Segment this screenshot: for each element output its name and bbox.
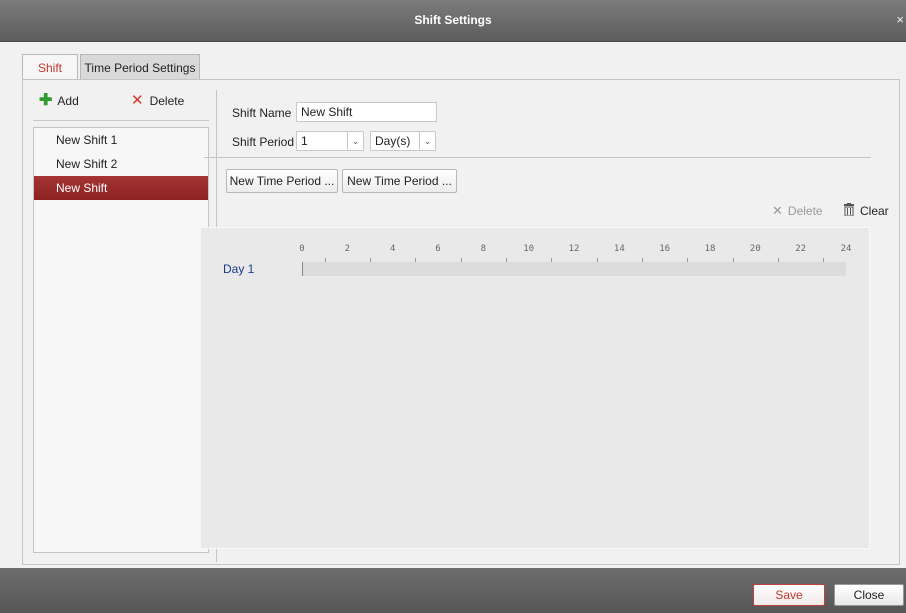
window-title: Shift Settings [414, 13, 492, 27]
hour-tick-label: 10 [523, 244, 535, 254]
hour-tick-label: 20 [749, 244, 761, 254]
new-time-period-button[interactable]: New Time Period ... [226, 169, 338, 193]
x-icon: ✕ [131, 92, 144, 109]
shift-list-item[interactable]: New Shift 1 [34, 128, 208, 152]
add-label: Add [57, 94, 79, 108]
hour-tick [415, 258, 417, 262]
clear-button[interactable]: Clear [843, 203, 889, 219]
shift-name-label: Shift Name [232, 106, 292, 120]
shift-unit-value: Day(s) [375, 134, 411, 148]
hour-tick-label: 12 [568, 244, 580, 254]
divider [204, 157, 871, 158]
hour-tick [506, 258, 507, 262]
hour-tick [596, 258, 598, 262]
hour-tick [823, 258, 825, 262]
hour-tick-label: 4 [389, 244, 396, 254]
shift-unit-select[interactable]: Day(s) ⌄ [370, 131, 436, 151]
hour-tick-label: 16 [659, 244, 671, 254]
footer-bar: Save Close [0, 568, 906, 613]
add-shift-button[interactable]: ✚ Add [39, 92, 79, 109]
tab-shift[interactable]: Shift [22, 54, 78, 80]
hour-tick-label: 8 [480, 244, 487, 254]
hour-tick [370, 258, 371, 262]
chevron-down-icon: ⌄ [347, 132, 363, 150]
hour-tick-label: 14 [613, 244, 625, 254]
hour-tick-label: 6 [435, 244, 441, 254]
hour-tick-label: 0 [299, 244, 305, 254]
shift-list-item[interactable]: New Shift 2 [34, 152, 208, 176]
shift-period-select[interactable]: 1 ⌄ [296, 131, 364, 151]
divider [33, 120, 209, 121]
hour-tick [460, 258, 462, 262]
shift-list: New Shift 1 New Shift 2 New Shift [33, 127, 209, 553]
hour-tick [642, 258, 643, 262]
delete-period-label: Delete [787, 204, 823, 218]
shift-period-label: Shift Period [232, 135, 295, 149]
hour-tick [324, 258, 326, 262]
tab-time-period-settings[interactable]: Time Period Settings [80, 54, 200, 80]
hour-tick-label: 24 [840, 244, 852, 254]
trash-icon [843, 203, 855, 219]
x-icon: ✕ [772, 203, 783, 218]
close-icon[interactable]: × [896, 12, 904, 27]
shift-list-toolbar: ✚ Add ✕ Delete [33, 92, 209, 114]
delete-label: Delete [149, 94, 185, 108]
title-bar: Shift Settings × [0, 0, 906, 42]
save-button[interactable]: Save [753, 584, 825, 606]
hour-tick-label: 2 [344, 244, 351, 254]
delete-shift-button[interactable]: ✕ Delete [131, 92, 185, 109]
shift-name-input[interactable]: New Shift [296, 102, 437, 122]
clear-label: Clear [860, 204, 889, 218]
shift-period-value: 1 [301, 134, 308, 148]
hour-tick [778, 258, 779, 262]
hour-tick [687, 258, 689, 262]
hour-tick [551, 258, 553, 262]
hour-tick-label: 18 [704, 244, 716, 254]
shift-list-item-selected[interactable]: New Shift [34, 176, 208, 200]
day-label: Day 1 [223, 262, 255, 276]
plus-icon: ✚ [39, 92, 53, 109]
chevron-down-icon: ⌄ [419, 132, 435, 150]
delete-period-button[interactable]: ✕ Delete [772, 203, 823, 219]
new-time-period-button[interactable]: New Time Period ... [342, 169, 457, 193]
dialog-content: Shift Time Period Settings ✚ Add ✕ Delet… [0, 42, 906, 568]
hour-tick [732, 258, 734, 262]
day-timeline-bar[interactable] [302, 262, 846, 276]
hour-tick-label: 22 [795, 244, 807, 254]
close-button[interactable]: Close [834, 584, 904, 606]
